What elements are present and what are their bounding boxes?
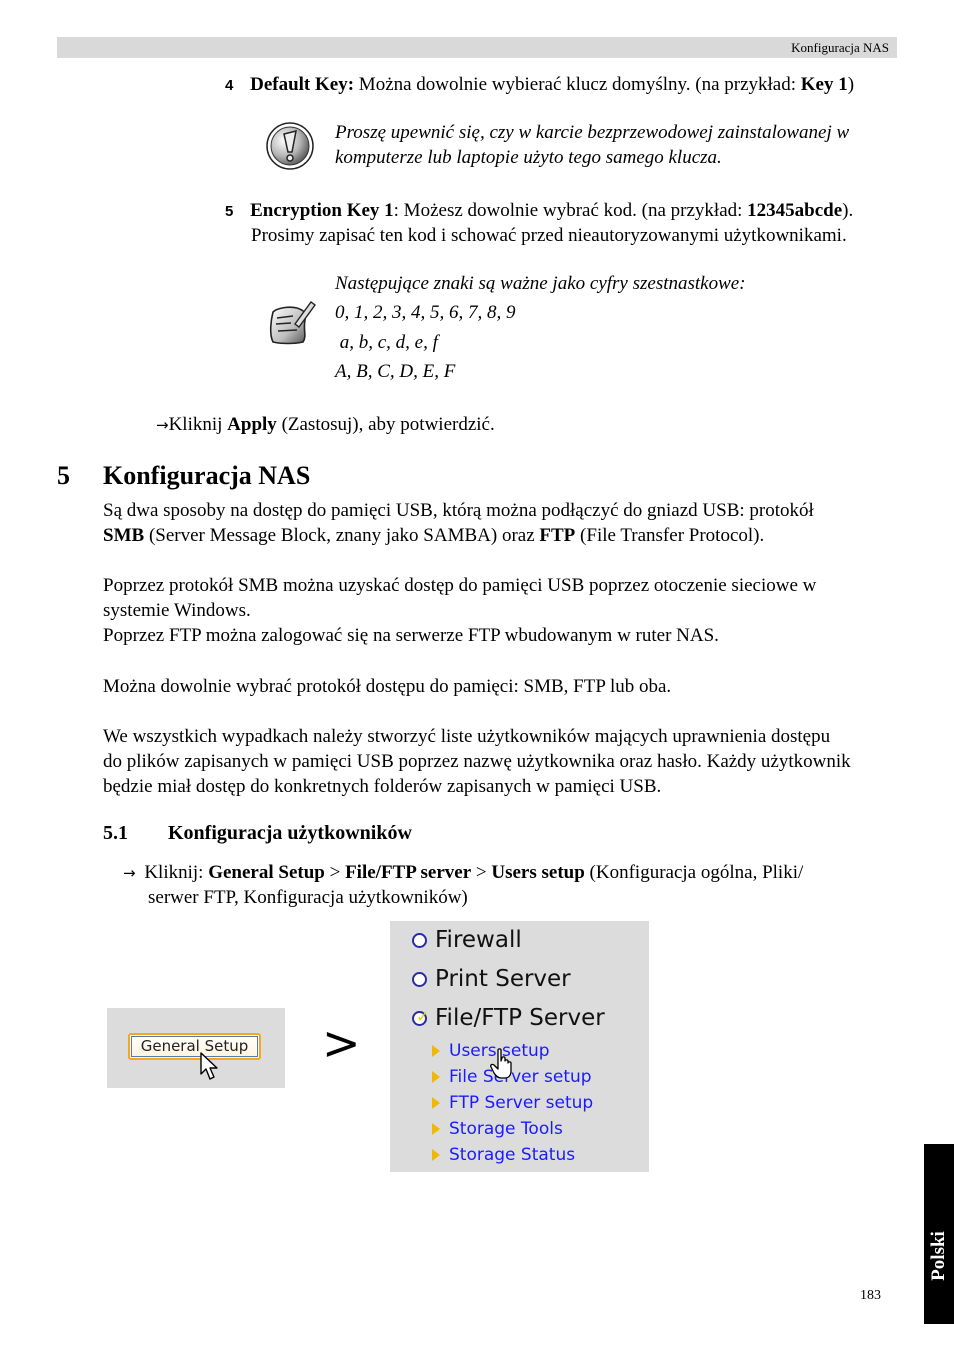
warning-line-1: Proszę upewnić się, czy w karcie bezprze… (335, 122, 850, 143)
step-number: 4 (225, 77, 234, 94)
step-4: 4 Default Key: Można dowolnie wybierać k… (225, 74, 855, 95)
paragraph-3: Można dowolnie wybrać protokół dostępu d… (103, 676, 672, 697)
step-5-line-2: Prosimy zapisać ten kod i schować przed … (251, 225, 847, 246)
submenu-ftp-server-setup[interactable]: FTP Server setup (432, 1093, 593, 1113)
menu-item-file-ftp-server[interactable]: ✓ File/FTP Server (412, 1005, 605, 1031)
paragraph-1-line-1: Są dwa sposoby na dostęp do pamięci USB,… (103, 500, 814, 521)
header-title: Konfiguracja NAS (791, 40, 889, 55)
hand-cursor-icon (490, 1048, 516, 1084)
warning-line-2: komputerze lub laptopie użyto tego sameg… (335, 147, 722, 168)
file-ftp-menu-screenshot: Firewall Print Server ✓ File/FTP Server … (390, 921, 649, 1172)
step-number: 5 (225, 203, 234, 220)
step-label: Default Key: (250, 74, 355, 95)
running-header: Konfiguracja NAS (57, 37, 897, 58)
triangle-bullet-icon (432, 1123, 440, 1135)
menu-item-print-server[interactable]: Print Server (412, 966, 571, 992)
paragraph-2-line-3: Poprzez FTP można zalogować się na serwe… (103, 625, 719, 646)
paragraph-2-line-2: systemie Windows. (103, 600, 251, 621)
menu-item-firewall[interactable]: Firewall (412, 927, 522, 953)
arrow-cursor-icon (199, 1052, 221, 1087)
arrow-right-icon: → (156, 416, 169, 434)
triangle-bullet-icon (432, 1045, 440, 1057)
paragraph-4-line-3: będzie miał dostęp do konkretnych folder… (103, 776, 662, 797)
subsection-number: 5.1 (103, 822, 128, 844)
radio-checked-icon: ✓ (412, 1007, 429, 1026)
exclamation-icon (265, 121, 315, 176)
paragraph-2-line-1: Poprzez protokół SMB można uzyskać dostę… (103, 575, 817, 596)
apply-instruction: →Kliknij Apply (Zastosuj), aby potwierdz… (156, 414, 495, 435)
submenu-storage-tools[interactable]: Storage Tools (432, 1119, 563, 1139)
general-setup-screenshot: General Setup (107, 1008, 285, 1088)
language-tab: Polski (924, 1144, 954, 1324)
step-label: Encryption Key 1 (250, 200, 394, 221)
page-number: 183 (860, 1288, 881, 1303)
hex-note-line-1: Następujące znaki są ważne jako cyfry sz… (335, 273, 746, 294)
step-5: 5 Encryption Key 1: Możesz dowolnie wybr… (225, 200, 854, 221)
hex-note-lowercase: a, b, c, d, e, f (335, 332, 438, 353)
triangle-bullet-icon (432, 1097, 440, 1109)
section-number: 5 (57, 461, 70, 490)
language-tab-label: Polski (928, 1230, 949, 1281)
general-setup-button[interactable]: General Setup (128, 1033, 261, 1060)
subsection-title: Konfiguracja użytkowników (168, 822, 412, 844)
arrow-right-icon: → (123, 864, 136, 882)
apply-label: Apply (227, 414, 277, 435)
triangle-bullet-icon (432, 1149, 440, 1161)
paragraph-4-line-1: We wszystkich wypadkach należy stworzyć … (103, 726, 831, 747)
section-title: Konfiguracja NAS (103, 461, 311, 490)
note-pen-icon (267, 296, 319, 351)
hex-note-uppercase: A, B, C, D, E, F (335, 361, 456, 382)
hex-note-digits: 0, 1, 2, 3, 4, 5, 6, 7, 8, 9 (335, 302, 516, 323)
radio-icon (412, 971, 427, 987)
radio-icon (412, 932, 427, 948)
paragraph-4-line-2: do plików zapisanych w pamięci USB poprz… (103, 751, 851, 772)
submenu-storage-status[interactable]: Storage Status (432, 1145, 575, 1165)
triangle-bullet-icon (432, 1071, 440, 1083)
navigation-instruction: → Kliknij: General Setup > File/FTP serv… (123, 862, 804, 883)
paragraph-1-line-2: SMB (Server Message Block, znany jako SA… (103, 525, 765, 546)
navigation-instruction-line-2: serwer FTP, Konfiguracja użytkowników) (148, 887, 468, 908)
separator-symbol: > (322, 1016, 361, 1070)
